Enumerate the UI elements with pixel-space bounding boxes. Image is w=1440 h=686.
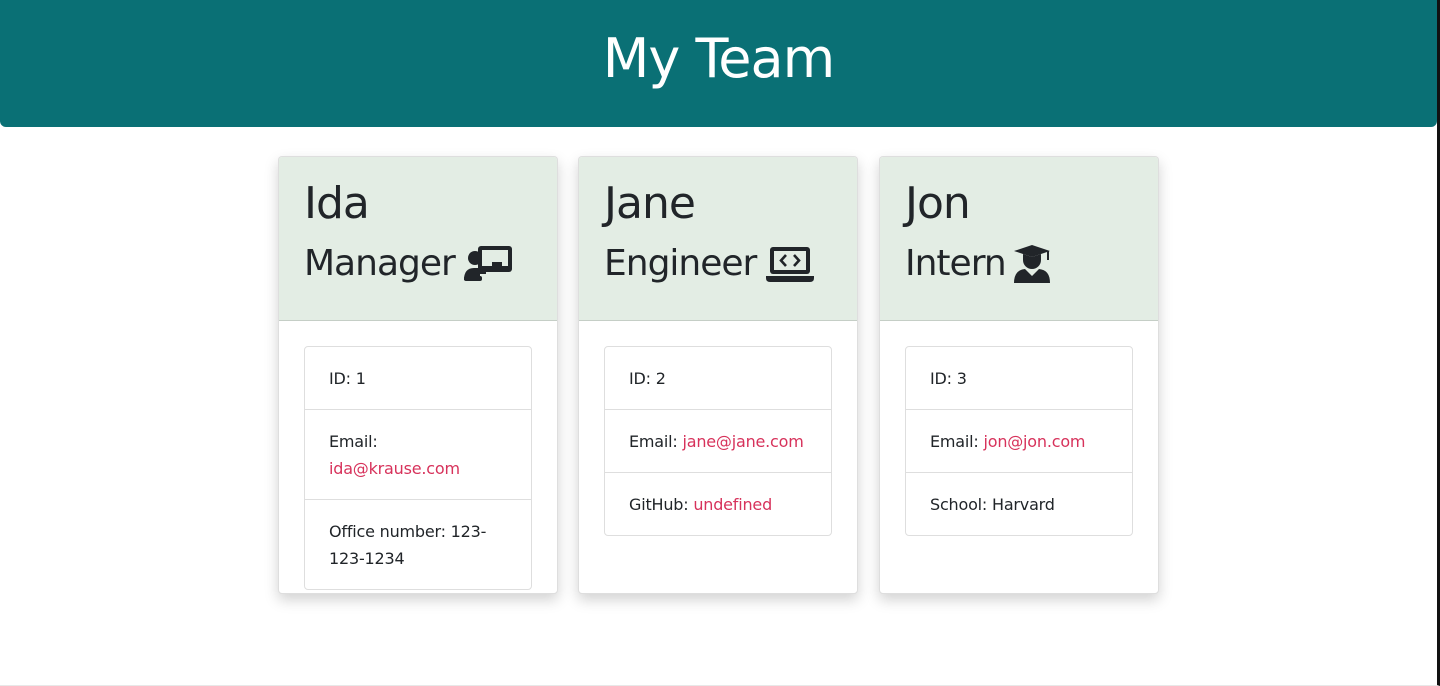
email-label: Email: [930,432,979,451]
card-header: Ida Manager [279,157,557,321]
employee-card-manager: Ida Manager ID: 1 Email: ida@krause.com … [278,156,558,594]
email-link[interactable]: ida@krause.com [329,459,460,478]
user-graduate-icon [1012,244,1052,284]
github-row: GitHub: undefined [605,472,831,535]
employee-card-engineer: Jane Engineer ID: 2 Email: jane@jane.com… [578,156,858,594]
employee-details-list: ID: 2 Email: jane@jane.com GitHub: undef… [604,346,832,536]
employee-role-label: Engineer [604,243,757,284]
card-header: Jane Engineer [579,157,857,321]
employee-role-label: Intern [905,243,1007,284]
github-label: GitHub: [629,495,689,514]
card-body: ID: 2 Email: jane@jane.com GitHub: undef… [579,321,857,536]
employee-email-row: Email: jon@jon.com [906,409,1132,472]
chalkboard-teacher-icon [463,244,514,284]
card-body: ID: 1 Email: ida@krause.com Office numbe… [279,321,557,590]
employee-details-list: ID: 3 Email: jon@jon.com School: Harvard [905,346,1133,536]
employee-name: Ida [304,178,370,229]
email-link[interactable]: jane@jane.com [682,432,803,451]
school: School: Harvard [906,472,1132,535]
employee-role-label: Manager [304,243,456,284]
email-label: Email: [329,432,378,451]
employee-id: ID: 3 [930,369,967,388]
employee-role: Engineer [604,240,857,288]
employee-id: ID: 1 [329,369,366,388]
employee-name: Jane [604,178,696,229]
page: My Team Ida Manager ID: 1 Email: ida@kra… [0,0,1440,686]
office-number: Office number: 123-123-1234 [305,499,531,589]
email-label: Email: [629,432,678,451]
employee-id: ID: 2 [629,369,666,388]
employee-role: Intern [905,240,1158,288]
card-header: Jon Intern [880,157,1158,321]
email-link[interactable]: jon@jon.com [983,432,1085,451]
card-body: ID: 3 Email: jon@jon.com School: Harvard [880,321,1158,536]
header-banner: My Team [0,0,1437,127]
employee-card-intern: Jon Intern ID: 3 Email: jon@jon.com Scho… [879,156,1159,594]
employee-details-list: ID: 1 Email: ida@krause.com Office numbe… [304,346,532,590]
employee-role: Manager [304,240,557,288]
laptop-code-icon [765,244,815,284]
github-link[interactable]: undefined [693,495,772,514]
employee-email-row: Email: jane@jane.com [605,409,831,472]
employee-name: Jon [905,178,971,229]
employee-email-row: Email: ida@krause.com [305,409,531,499]
page-title: My Team [602,26,835,90]
